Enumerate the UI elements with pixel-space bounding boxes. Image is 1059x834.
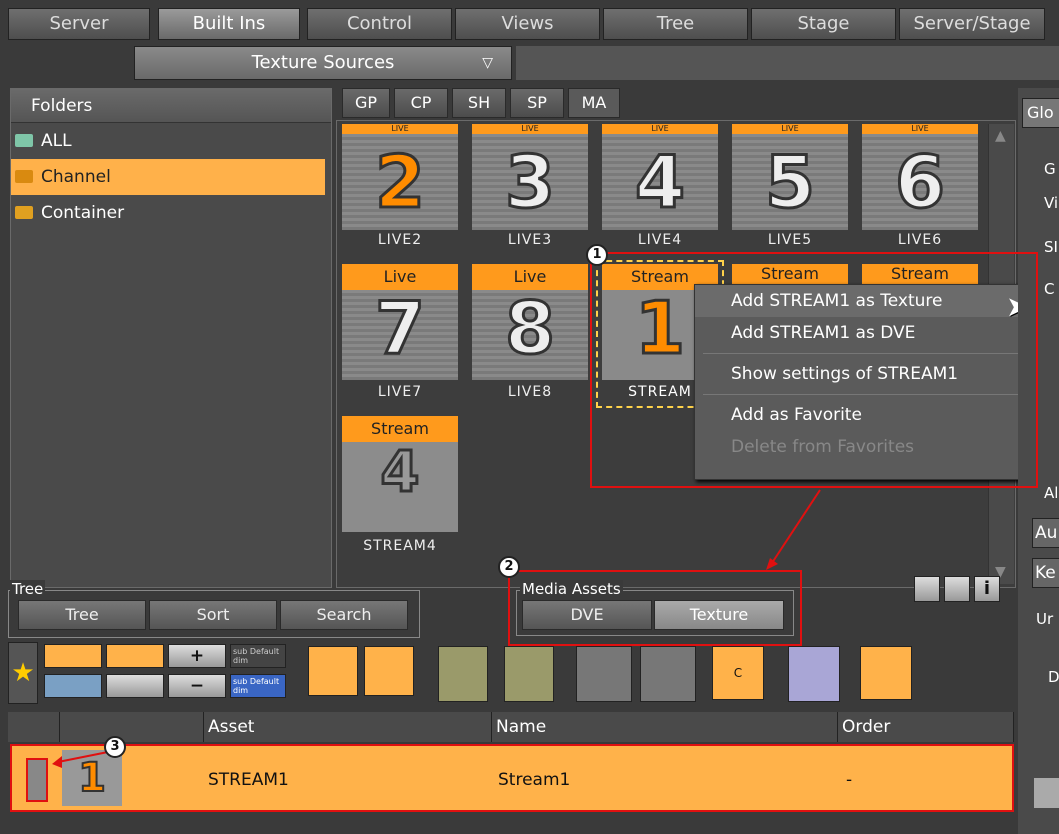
tab-server-stage[interactable]: Server/Stage xyxy=(899,8,1045,40)
tree-view-icon[interactable] xyxy=(438,646,488,702)
split-icon[interactable] xyxy=(106,674,164,698)
callout-2: 2 xyxy=(498,556,520,578)
tree-button[interactable]: Tree xyxy=(18,600,146,630)
dve-button[interactable]: DVE xyxy=(522,600,652,630)
settings-gear-icon[interactable] xyxy=(944,576,970,602)
column-header-asset[interactable]: Asset xyxy=(204,712,492,742)
tree-view-2-icon[interactable] xyxy=(504,646,554,702)
callout-3: 3 xyxy=(104,736,126,758)
sub-default-button[interactable]: sub Default dim xyxy=(230,644,286,668)
hierarchy-2-icon[interactable] xyxy=(640,646,696,702)
tab-ma[interactable]: MA xyxy=(568,88,620,118)
add-child-icon[interactable] xyxy=(44,674,102,698)
add-container-icon[interactable] xyxy=(44,644,102,668)
tab-cp[interactable]: CP xyxy=(394,88,448,118)
tree-group-title: Tree xyxy=(10,580,46,598)
scroll-up-icon[interactable]: ▲ xyxy=(995,128,1006,144)
sub-default-button-2[interactable]: sub Default dim xyxy=(230,674,286,698)
folder-item-channel[interactable]: Channel xyxy=(11,159,325,195)
tab-built-ins[interactable]: Built Ins xyxy=(158,8,300,40)
table-row[interactable]: 1 STREAM1 Stream1 - xyxy=(10,744,1014,812)
hierarchy-icon[interactable] xyxy=(576,646,632,702)
folder-icon xyxy=(15,170,33,183)
folder-item-container[interactable]: Container xyxy=(11,195,331,231)
folder-icon xyxy=(15,134,33,147)
tab-views[interactable]: Views xyxy=(455,8,600,40)
texture-button[interactable]: Texture xyxy=(654,600,784,630)
tab-stage[interactable]: Stage xyxy=(751,8,896,40)
tab-gp[interactable]: GP xyxy=(342,88,390,118)
folder-icon xyxy=(15,206,33,219)
global-tab[interactable]: Glo xyxy=(1022,98,1059,128)
row-thumbnail: 1 xyxy=(62,750,122,806)
media-assets-title: Media Assets xyxy=(520,580,623,598)
row-name: Stream1 xyxy=(498,770,571,790)
folders-panel: Folders ALL Channel Container xyxy=(10,88,332,588)
refresh-icon[interactable] xyxy=(860,646,912,700)
column-header-thumb[interactable] xyxy=(60,712,204,742)
tab-sp[interactable]: SP xyxy=(510,88,564,118)
tab-server[interactable]: Server xyxy=(8,8,150,40)
callout-1: 1 xyxy=(586,244,608,266)
row-order: - xyxy=(846,770,853,790)
merge-icon[interactable] xyxy=(106,644,164,668)
add-container-c-icon[interactable]: C xyxy=(712,646,764,700)
sort-button[interactable]: Sort xyxy=(149,600,277,630)
trash-icon[interactable] xyxy=(1034,778,1059,808)
folder-item-all[interactable]: ALL xyxy=(11,123,331,159)
header-strip xyxy=(516,46,1059,80)
info-icon[interactable]: i xyxy=(974,576,1000,602)
tab-tree[interactable]: Tree xyxy=(603,8,748,40)
texture-sources-dropdown[interactable]: Texture Sources ▽ xyxy=(134,46,512,80)
folders-header: Folders xyxy=(11,89,331,123)
tab-control[interactable]: Control xyxy=(307,8,452,40)
favorites-star-icon[interactable]: ★ xyxy=(8,642,38,704)
collapse-icon[interactable]: − xyxy=(168,674,226,698)
dropdown-value: Texture Sources xyxy=(251,52,395,73)
preview-icon[interactable] xyxy=(914,576,940,602)
zoom-out-icon[interactable] xyxy=(308,646,358,696)
search-button[interactable]: Search xyxy=(280,600,408,630)
zoom-in-icon[interactable] xyxy=(364,646,414,696)
column-header-order[interactable]: Order xyxy=(838,712,1014,742)
callout-box-1 xyxy=(590,252,1038,488)
column-header-select[interactable] xyxy=(8,712,60,742)
column-header-name[interactable]: Name xyxy=(492,712,838,742)
layers-icon[interactable] xyxy=(788,646,840,702)
row-asset: STREAM1 xyxy=(208,770,289,790)
chevron-down-icon: ▽ xyxy=(482,55,493,71)
tab-sh[interactable]: SH xyxy=(452,88,506,118)
expand-icon[interactable]: + xyxy=(168,644,226,668)
row-handle[interactable] xyxy=(26,758,48,802)
